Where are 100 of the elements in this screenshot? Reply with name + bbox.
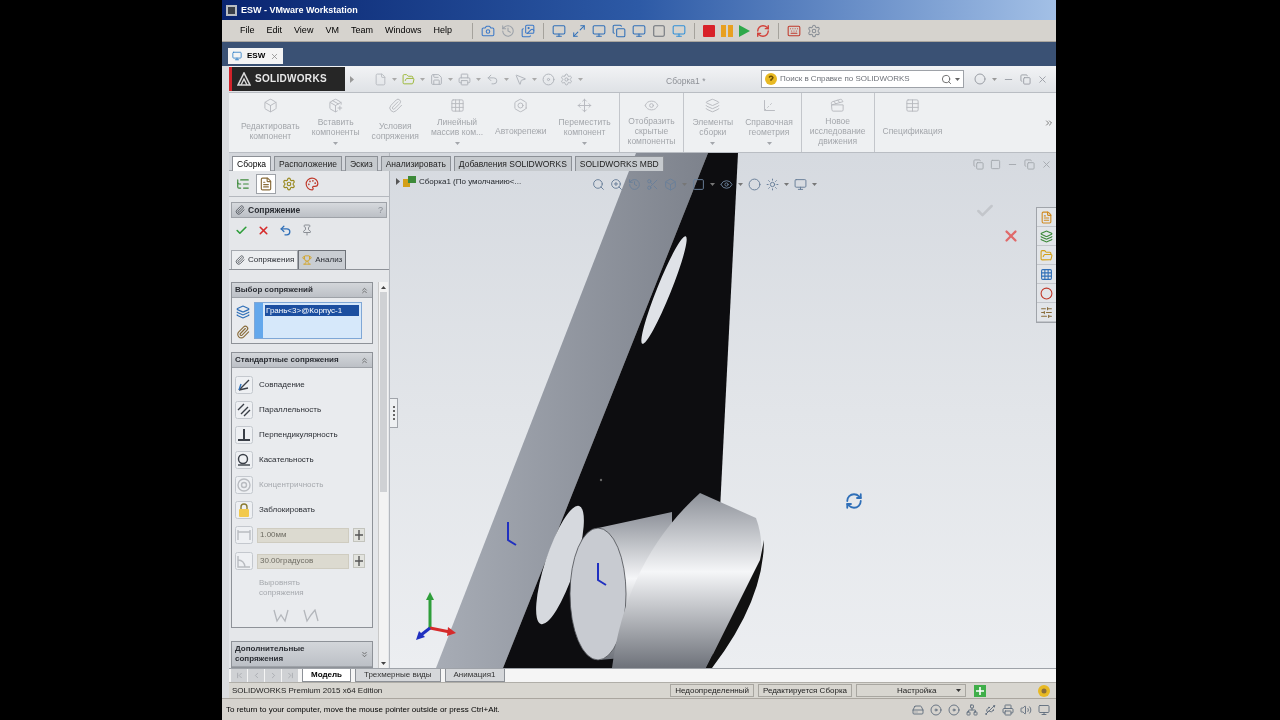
- circle-icon[interactable]: [1040, 286, 1053, 300]
- windows-icon[interactable]: [611, 23, 626, 38]
- check-icon[interactable]: [235, 223, 248, 237]
- search-input[interactable]: Поиск в Справке по SOLIDWORKS: [780, 73, 938, 85]
- close-icon[interactable]: [1002, 227, 1020, 245]
- layers-icon[interactable]: [1040, 229, 1053, 243]
- caret-icon[interactable]: [710, 183, 715, 186]
- scrollbar[interactable]: [378, 282, 388, 668]
- close-icon[interactable]: [1037, 73, 1048, 85]
- spin-icon[interactable]: [353, 554, 365, 568]
- reset-icon[interactable]: [755, 23, 770, 38]
- menu-item[interactable]: VM: [319, 26, 345, 35]
- grid-icon[interactable]: [1040, 267, 1053, 281]
- history-icon[interactable]: [500, 23, 515, 38]
- monitor-icon[interactable]: [794, 178, 807, 191]
- restore-icon[interactable]: [1024, 159, 1035, 170]
- pause-icon[interactable]: [720, 24, 733, 37]
- save-icon[interactable]: [430, 72, 443, 86]
- stop-icon[interactable]: [702, 24, 715, 37]
- disc-icon[interactable]: [542, 72, 555, 86]
- maximize-icon[interactable]: [571, 23, 586, 38]
- close-icon[interactable]: [257, 223, 270, 237]
- monitor-icon[interactable]: [1038, 703, 1050, 716]
- search-icon[interactable]: [941, 73, 952, 85]
- parallel-lines-icon[interactable]: [235, 400, 253, 419]
- mate-option[interactable]: Касательность: [235, 447, 369, 472]
- ribbon-tab[interactable]: Анализировать: [380, 156, 451, 171]
- spin-icon[interactable]: [353, 528, 365, 542]
- close-icon[interactable]: [270, 51, 280, 61]
- first-page-icon[interactable]: [234, 671, 244, 680]
- status-circle-icon[interactable]: [1038, 684, 1050, 697]
- disc-icon[interactable]: [948, 703, 960, 716]
- caret-icon[interactable]: [955, 77, 960, 81]
- last-page-icon[interactable]: [285, 671, 295, 680]
- printer-icon[interactable]: [1002, 703, 1014, 716]
- menu-item[interactable]: Windows: [378, 26, 428, 35]
- document-icon[interactable]: [1040, 210, 1053, 224]
- tree-flyout-label[interactable]: Сборка1 (По умолчанию<...: [419, 177, 522, 186]
- more-icon[interactable]: [1044, 117, 1054, 128]
- magnifier-icon[interactable]: [592, 178, 605, 191]
- ribbon-tab[interactable]: SOLIDWORKS MBD: [574, 156, 664, 171]
- sliders-icon[interactable]: [1040, 305, 1053, 319]
- monitor-icon[interactable]: [591, 23, 606, 38]
- monitor-icon[interactable]: [671, 23, 686, 38]
- ribbon-tab[interactable]: Расположение: [274, 156, 342, 171]
- menu-item[interactable]: View: [288, 26, 320, 35]
- down-arrow-icon[interactable]: [381, 661, 386, 665]
- list-item[interactable]: Грань<3>@Корпус-1: [265, 305, 359, 316]
- selection-list[interactable]: Грань<3>@Корпус-1: [254, 302, 362, 339]
- printer-icon[interactable]: [458, 72, 471, 86]
- zoom-in-icon[interactable]: [610, 178, 623, 191]
- mate-option[interactable]: Совпадение: [235, 372, 369, 397]
- square-icon[interactable]: [692, 178, 705, 191]
- model-tab[interactable]: Трехмерные виды: [355, 669, 441, 682]
- circle-icon[interactable]: [748, 178, 761, 191]
- mate-option[interactable]: Параллельность: [235, 397, 369, 422]
- ribbon-tab[interactable]: Эскиз: [344, 156, 378, 171]
- undo-icon[interactable]: [486, 72, 499, 86]
- caret-icon[interactable]: [956, 689, 961, 692]
- undo-icon[interactable]: [279, 223, 292, 237]
- circle-icon[interactable]: [974, 73, 986, 85]
- lock-icon[interactable]: [235, 500, 253, 519]
- folder-icon[interactable]: [1040, 248, 1053, 262]
- hard-drive-icon[interactable]: [912, 703, 924, 716]
- zigzag-icon[interactable]: [273, 609, 289, 623]
- history-icon[interactable]: [628, 178, 641, 191]
- panel-tab[interactable]: Анализ: [298, 250, 347, 269]
- monitor-icon[interactable]: [631, 23, 646, 38]
- tab[interactable]: ESW: [228, 48, 284, 64]
- mate-option[interactable]: Перпендикулярность: [235, 422, 369, 447]
- mate-option[interactable]: Заблокировать: [235, 497, 369, 522]
- collapse-icon[interactable]: [360, 285, 369, 295]
- folder-icon[interactable]: [402, 72, 415, 86]
- camera-icon[interactable]: [480, 23, 495, 38]
- pointer-icon[interactable]: [514, 72, 527, 86]
- menu-item[interactable]: File: [234, 26, 261, 35]
- zigzag-icon[interactable]: [303, 609, 319, 623]
- ribbon-tab[interactable]: Сборка: [232, 156, 272, 171]
- restore-icon[interactable]: [1020, 73, 1031, 85]
- pin-icon[interactable]: [301, 224, 313, 236]
- up-arrow-icon[interactable]: [381, 285, 386, 289]
- images-icon[interactable]: [520, 23, 535, 38]
- distance-icon[interactable]: [235, 526, 253, 544]
- keyboard-icon[interactable]: [786, 23, 801, 38]
- perpendicular-icon[interactable]: [235, 425, 253, 444]
- close-icon[interactable]: [1041, 159, 1052, 170]
- monitor-icon[interactable]: [551, 23, 566, 38]
- collapse-icon[interactable]: [360, 355, 369, 365]
- search-field[interactable]: Поиск в Справке по SOLIDWORKS: [761, 70, 964, 88]
- usb-icon[interactable]: [984, 703, 996, 716]
- scissors-icon[interactable]: [646, 178, 659, 191]
- windows-icon[interactable]: [973, 159, 984, 170]
- menu-item[interactable]: Team: [344, 26, 379, 35]
- flyout-arrow-icon[interactable]: [350, 75, 354, 83]
- angle-icon[interactable]: [235, 552, 253, 570]
- intersecting-lines-icon[interactable]: [235, 375, 253, 394]
- model-tab[interactable]: Анимация1: [444, 669, 505, 682]
- square-icon[interactable]: [651, 23, 666, 38]
- model-tab[interactable]: Модель: [302, 669, 351, 682]
- expand-icon[interactable]: [360, 649, 369, 659]
